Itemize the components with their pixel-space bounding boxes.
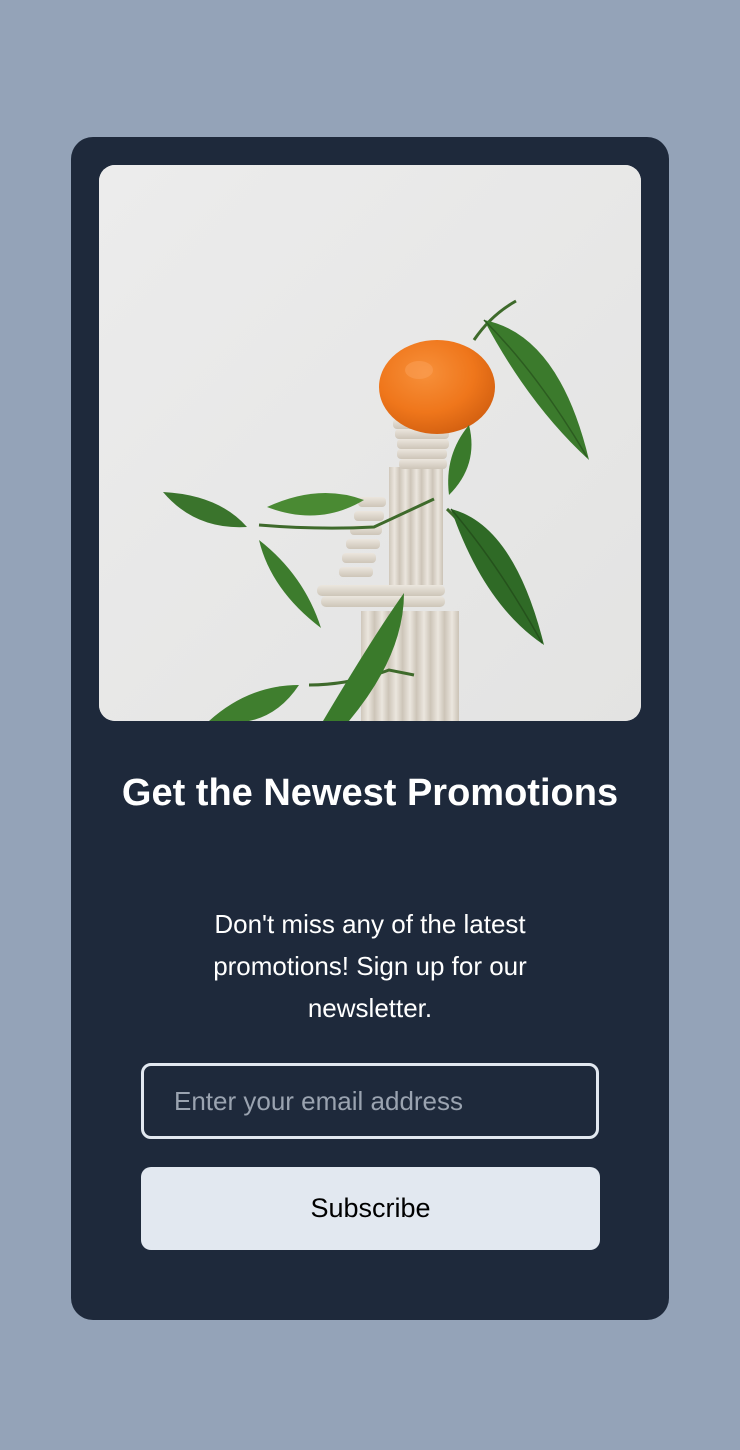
- newsletter-card: Get the Newest Promotions Don't miss any…: [71, 137, 669, 1320]
- hero-image: [99, 165, 641, 721]
- subscribe-button[interactable]: Subscribe: [141, 1167, 600, 1250]
- newsletter-title: Get the Newest Promotions: [121, 772, 619, 814]
- email-input[interactable]: [141, 1063, 599, 1139]
- orange-sculpture-illustration: [99, 165, 641, 721]
- newsletter-description: Don't miss any of the latest promotions!…: [213, 909, 527, 1023]
